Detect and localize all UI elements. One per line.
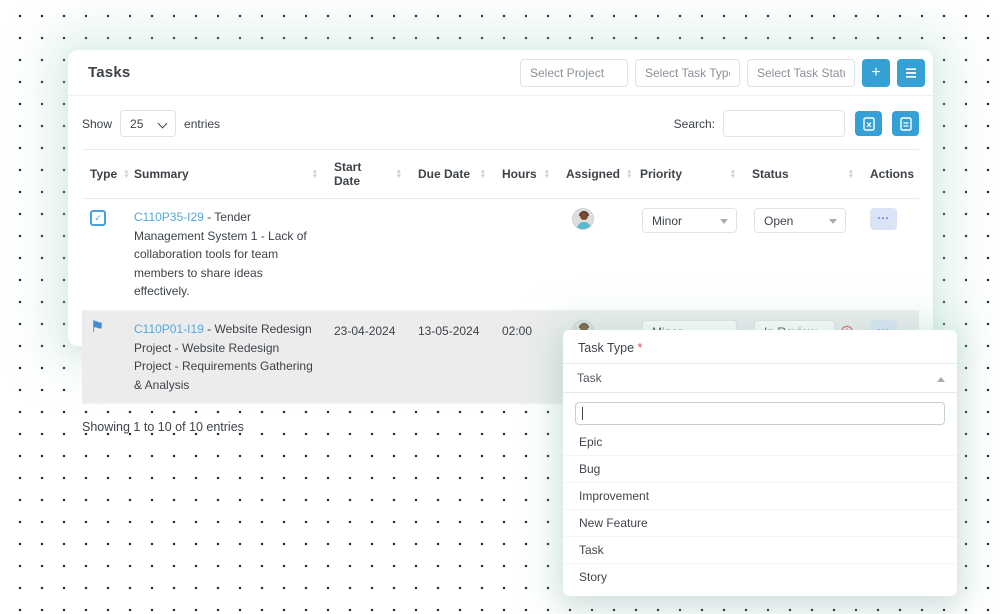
excel-export-button[interactable] — [855, 111, 882, 136]
show-label: Show — [82, 117, 112, 131]
due-date-cell — [410, 199, 494, 311]
option-epic[interactable]: Epic — [563, 429, 957, 456]
excel-file-icon — [863, 117, 875, 131]
select-project-input[interactable] — [520, 59, 628, 87]
row-actions-button[interactable]: ... — [870, 208, 897, 230]
task-type-options: Epic Bug Improvement New Feature Task St… — [563, 429, 957, 590]
task-summary: C110P01-I19 - Website Redesign Project -… — [134, 320, 318, 394]
option-improvement[interactable]: Improvement — [563, 483, 957, 510]
option-new-feature[interactable]: New Feature — [563, 510, 957, 537]
page-size-group: Show 25 entries — [82, 110, 220, 137]
start-date-cell: 23-04-2024 — [326, 310, 410, 403]
due-date-cell: 13-05-2024 — [410, 310, 494, 403]
sort-icon: ▲▼ — [842, 169, 854, 179]
page-size-select[interactable]: 25 — [120, 110, 176, 137]
sort-icon: ▲▼ — [117, 169, 129, 179]
page-title: Tasks — [88, 64, 130, 81]
chevron-down-icon — [829, 219, 837, 224]
task-type-panel: Task Type * Task Epic Bug Improvement Ne… — [563, 330, 957, 596]
ellipsis-icon: ... — [877, 210, 889, 222]
filter-group: + — [520, 59, 925, 87]
tasks-card: Tasks + Show 25 entries Search: — [68, 50, 933, 346]
plus-icon: + — [871, 65, 880, 81]
header-due-date[interactable]: Due Date▲▼ — [410, 150, 494, 199]
header-status[interactable]: Status▲▼ — [744, 150, 862, 199]
sort-icon: ▲▼ — [724, 169, 736, 179]
text-caret — [582, 407, 583, 420]
sort-icon: ▲▼ — [390, 169, 402, 179]
header-type[interactable]: Type▲▼ — [82, 150, 126, 199]
search-input[interactable] — [723, 110, 845, 137]
hours-cell — [494, 199, 558, 311]
required-asterisk: * — [638, 341, 643, 355]
option-bug[interactable]: Bug — [563, 456, 957, 483]
sort-icon: ▲▼ — [538, 169, 550, 179]
pdf-file-icon — [900, 117, 912, 131]
flag-icon: ⚑ — [90, 320, 118, 336]
add-task-button[interactable]: + — [862, 59, 890, 87]
task-code-link[interactable]: C110P01-I19 — [134, 322, 204, 336]
status-select[interactable]: Open — [754, 208, 846, 233]
pdf-export-button[interactable] — [892, 111, 919, 136]
option-story[interactable]: Story — [563, 564, 957, 590]
search-group: Search: — [674, 110, 919, 137]
header-start-date[interactable]: Start Date▲▼ — [326, 150, 410, 199]
entries-info: Showing 1 to 10 of 10 entries — [82, 420, 244, 434]
chevron-down-icon — [158, 119, 168, 129]
task-type-label: Task Type * — [563, 330, 957, 363]
card-header: Tasks + — [68, 50, 933, 96]
entries-label: entries — [184, 117, 220, 131]
assignee-avatar[interactable] — [572, 208, 594, 230]
dropdown-search-input[interactable] — [575, 402, 945, 425]
search-label: Search: — [674, 117, 715, 131]
chevron-up-icon — [937, 377, 945, 382]
start-date-cell — [326, 199, 410, 311]
sort-icon: ▲▼ — [620, 169, 632, 179]
task-code-link[interactable]: C110P35-I29 — [134, 210, 204, 224]
option-task[interactable]: Task — [563, 537, 957, 564]
select-task-status-input[interactable] — [747, 59, 855, 87]
task-type-icon: ✓ — [90, 210, 106, 226]
select-task-type-input[interactable] — [635, 59, 740, 87]
header-summary[interactable]: Summary▲▼ — [126, 150, 326, 199]
list-view-button[interactable] — [897, 59, 925, 87]
sort-icon: ▲▼ — [306, 169, 318, 179]
table-row[interactable]: ✓ C110P35-I29 - Tender Management System… — [82, 199, 919, 311]
header-actions: Actions — [862, 150, 919, 199]
page-size-value: 25 — [130, 117, 143, 131]
chevron-down-icon — [720, 219, 728, 224]
task-summary: C110P35-I29 - Tender Management System 1… — [134, 208, 318, 301]
list-icon — [905, 68, 917, 78]
dropdown-search-wrap — [563, 393, 957, 429]
priority-select[interactable]: Minor — [642, 208, 737, 233]
table-header-row: Type▲▼ Summary▲▼ Start Date▲▼ Due Date▲▼… — [82, 150, 919, 199]
hours-cell: 02:00 — [494, 310, 558, 403]
table-toolbar: Show 25 entries Search: — [68, 96, 933, 149]
priority-value: Minor — [652, 214, 682, 228]
header-hours[interactable]: Hours▲▼ — [494, 150, 558, 199]
task-type-selected-value: Task — [577, 371, 602, 385]
header-priority[interactable]: Priority▲▼ — [632, 150, 744, 199]
sort-icon: ▲▼ — [474, 169, 486, 179]
status-value: Open — [764, 214, 793, 228]
task-type-select[interactable]: Task — [563, 363, 957, 393]
header-assigned[interactable]: Assigned▲▼ — [558, 150, 632, 199]
